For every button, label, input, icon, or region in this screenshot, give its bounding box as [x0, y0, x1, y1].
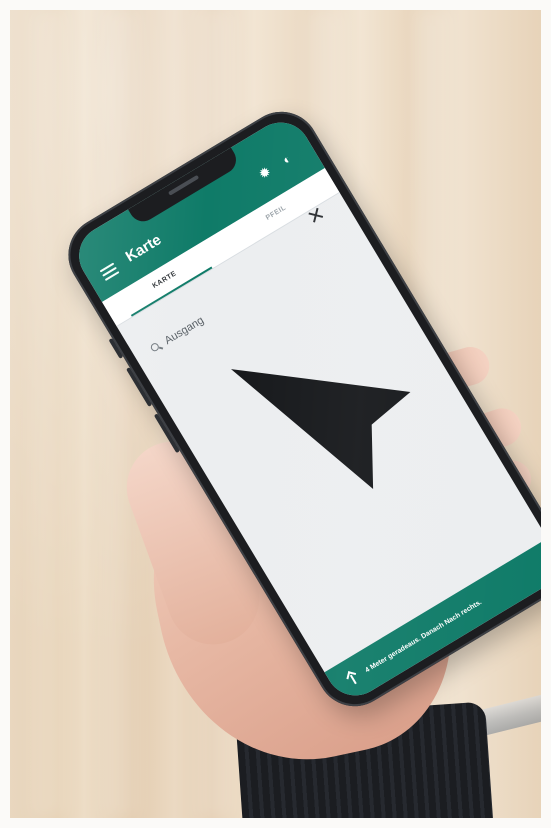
- arrow-up-icon: [345, 670, 361, 687]
- search-icon: [149, 341, 163, 355]
- app-title: Karte: [122, 231, 165, 266]
- sound-icon[interactable]: ◐: [275, 147, 300, 172]
- menu-icon[interactable]: [99, 262, 120, 282]
- background-light-band: [30, 10, 68, 818]
- photo-background: Karte ✹ ◐ KARTE PFEIL ✕ Ausgang 4 Meter …: [10, 10, 541, 818]
- search-field[interactable]: Ausgang: [147, 312, 207, 358]
- settings-icon[interactable]: ✹: [252, 160, 277, 185]
- instruction-text: 4 Meter geradeaus. Danach Nach rechts.: [363, 598, 483, 674]
- navigation-arrow-icon: [231, 369, 411, 490]
- background-light-band: [102, 10, 140, 818]
- speaker-grille: [167, 174, 200, 196]
- search-value: Ausgang: [162, 314, 206, 348]
